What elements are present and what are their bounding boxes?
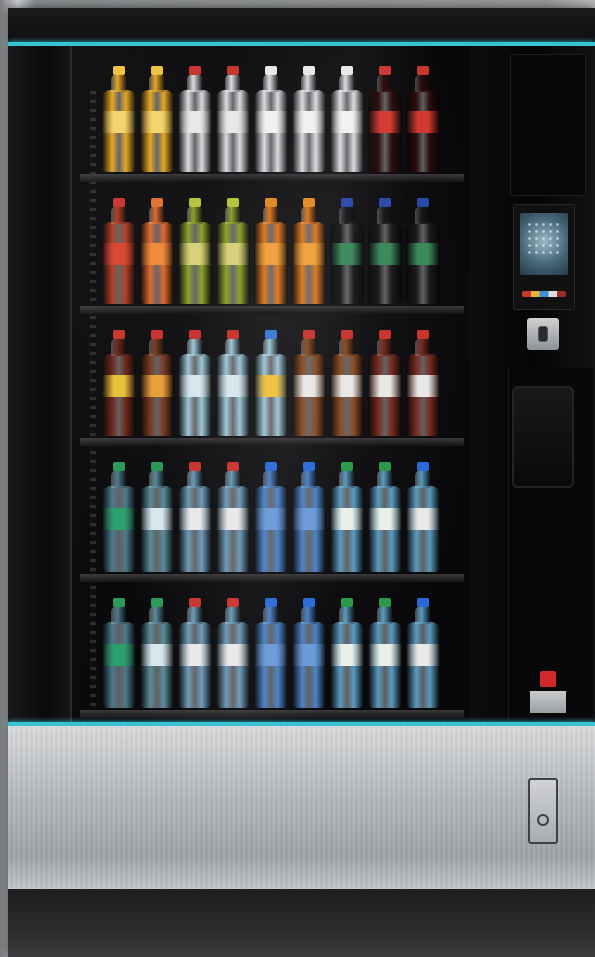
bottle [292,330,326,436]
bottle [330,66,364,172]
shelf-5 [80,594,464,718]
bottle [140,330,174,436]
bottle [178,198,212,304]
bottle [368,198,402,304]
touchscreen-icon[interactable] [513,204,575,310]
bottle [330,330,364,436]
bottle [216,66,250,172]
bottle [292,598,326,708]
shelf-2 [80,194,464,314]
bottle [216,462,250,572]
payment-cards-strip [522,291,566,297]
bottle [368,598,402,708]
shelf-rail [80,438,464,446]
bottle [254,598,288,708]
bottle [330,598,364,708]
bottle [292,198,326,304]
product-window [70,46,474,722]
bottle [178,462,212,572]
shelf-1 [80,62,464,182]
plinth [8,889,595,957]
bottle [330,462,364,572]
bottle [406,330,440,436]
return-flap[interactable] [512,386,574,488]
vending-machine [8,8,595,957]
shelf-rail [80,306,464,314]
shelf-rail [80,710,464,718]
bottle [406,198,440,304]
bottle [254,198,288,304]
bottle [102,462,136,572]
bottle [102,598,136,708]
bottle [368,66,402,172]
screen-keypad [526,221,562,257]
bottle [368,462,402,572]
bottle [140,66,174,172]
touchscreen[interactable] [520,213,568,275]
steel-base [8,726,595,889]
bottle [102,330,136,436]
bottle [140,198,174,304]
brushed-finish [8,726,595,889]
shelf-rail [80,174,464,182]
top-cap [8,8,595,42]
bottle [406,66,440,172]
bottle [330,198,364,304]
bottle [216,198,250,304]
bottle [254,462,288,572]
coin-slot-icon[interactable] [527,318,559,350]
bottle [368,330,402,436]
bottle [216,330,250,436]
bottle [216,598,250,708]
bottle [102,66,136,172]
bottle [406,598,440,708]
bottle [178,66,212,172]
shelf-rail [80,574,464,582]
bottle [406,462,440,572]
bottle [292,462,326,572]
shelf-4 [80,458,464,582]
keyhole [537,814,549,826]
bottle [292,66,326,172]
display-slot [510,54,586,196]
control-panel [470,46,595,722]
lock-icon[interactable] [528,778,558,844]
bottle [140,598,174,708]
bottle [178,598,212,708]
bottle [254,66,288,172]
bottle [254,330,288,436]
shelf-3 [80,326,464,446]
bottle [178,330,212,436]
bottle [102,198,136,304]
bottle [140,462,174,572]
brand-logo-icon [540,671,556,687]
left-rail [8,46,70,722]
brand-plate [530,691,566,713]
